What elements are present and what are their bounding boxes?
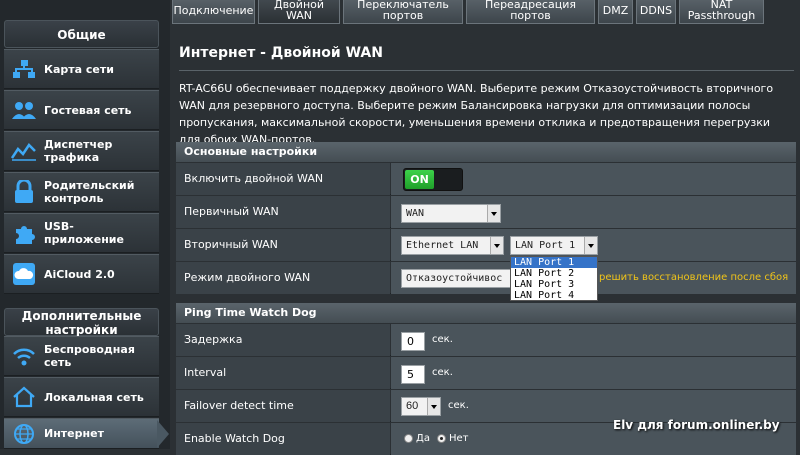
watchdog-no-radio[interactable]: Нет [437,433,469,444]
failback-hint: решить восстановление после сбоя [599,272,789,283]
page-description: RT-AC66U обеспечивает поддержку двойного… [179,82,774,146]
failover-unit: сек. [448,400,469,411]
chevron-down-icon [490,237,503,254]
row-secondary-wan: Вторичный WAN Ethernet LAN LAN Port 1 [176,229,796,261]
sidebar: Общие Карта сети Гостевая сеть Диспетчер… [0,0,170,449]
delay-label: Задержка [176,324,390,356]
lan-port-option[interactable]: LAN Port 1 [511,257,597,268]
sidebar-item-traffic-manager[interactable]: Диспетчер трафика [4,131,159,171]
tab-dmz[interactable]: DMZ [598,0,633,24]
row-enable-dual-wan: Включить двойной WAN ON [176,163,796,195]
sidebar-item-internet[interactable]: Интернет [4,418,159,449]
network-map-icon [4,59,44,79]
lan-port-option[interactable]: LAN Port 4 [511,290,597,301]
row-dual-wan-mode: Режим двойного WAN Отказоустойчивос реши… [176,262,796,294]
cloud-icon [4,262,44,286]
enable-dual-wan-label: Включить двойной WAN [176,163,390,195]
sidebar-item-aicloud[interactable]: AiCloud 2.0 [4,254,159,294]
tab-dual-wan[interactable]: Двойной WAN [258,0,340,24]
tab-nat-passthrough[interactable]: NAT Passthrough [679,0,764,24]
sidebar-item-wireless[interactable]: Беспроводная сеть [4,336,159,376]
watermark: Elv для forum.onliner.by [613,418,780,432]
radio-dot-checked [437,434,446,443]
tab-port-trigger[interactable]: Переключатель портов [343,0,463,24]
tab-bar: Подключение Двойной WAN Переключатель порт… [170,0,800,24]
row-interval: Interval 5 сек. [176,357,796,389]
tab-port-forwarding[interactable]: Переадресация портов [466,0,595,24]
chevron-down-icon [487,205,500,222]
interval-input[interactable]: 5 [401,365,425,384]
sidebar-item-parental-control[interactable]: Родительский контроль [4,172,159,212]
primary-wan-label: Первичный WAN [176,196,390,228]
lan-port-option[interactable]: LAN Port 3 [511,279,597,290]
traffic-manager-icon [4,141,44,161]
tab-ddns[interactable]: DDNS [636,0,676,24]
chevron-down-icon [584,237,597,254]
title-divider [179,70,794,71]
interval-unit: сек. [432,367,453,378]
sidebar-item-network-map[interactable]: Карта сети [4,49,159,89]
chevron-down-icon [427,398,440,415]
sidebar-advanced-header: Дополнительные настройки [4,308,159,337]
failover-select[interactable]: 60 [401,397,441,416]
secondary-wan-label: Вторичный WAN [176,229,390,261]
main-panel: Интернет - Двойной WAN RT-AC66U обеспечи… [170,24,800,455]
guest-network-icon [4,100,44,120]
lan-port-option[interactable]: LAN Port 2 [511,268,597,279]
usb-app-icon [4,221,44,245]
delay-unit: сек. [432,334,453,345]
delay-input[interactable]: 0 [401,332,425,351]
sidebar-item-usb-app[interactable]: USB-приложение [4,213,159,253]
row-primary-wan: Первичный WAN WAN [176,196,796,228]
wireless-icon [4,346,44,366]
lan-home-icon [4,386,44,408]
primary-wan-select[interactable]: WAN [401,204,501,223]
toggle-on-label: ON [405,170,434,189]
sidebar-item-lan[interactable]: Локальная сеть [4,377,159,417]
parental-control-icon [4,180,44,204]
tab-connection[interactable]: Подключение [172,0,255,24]
lan-port-select[interactable]: LAN Port 1 [510,236,598,255]
watchdog-label: Enable Watch Dog [176,423,390,455]
ping-watchdog-header: Ping Time Watch Dog [176,303,796,323]
radio-dot [404,434,413,443]
interval-label: Interval [176,357,390,389]
basic-settings-header: Основные настройки [176,142,796,162]
page-title: Интернет - Двойной WAN [179,45,383,61]
failover-label: Failover detect time [176,390,390,422]
secondary-wan-select[interactable]: Ethernet LAN [401,236,504,255]
globe-icon [4,423,44,445]
row-delay: Задержка 0 сек. [176,324,796,356]
watchdog-yes-radio[interactable]: Да [404,433,430,444]
sidebar-general-header: Общие [4,20,159,48]
sidebar-item-guest-network[interactable]: Гостевая сеть [4,90,159,130]
dual-wan-toggle[interactable]: ON [403,168,463,191]
dual-wan-mode-label: Режим двойного WAN [176,262,390,294]
lan-port-dropdown: LAN Port 1 LAN Port 2 LAN Port 3 LAN Por… [510,256,598,301]
dual-wan-mode-select[interactable]: Отказоустойчивос [401,269,516,288]
active-item-arrow [157,420,169,448]
